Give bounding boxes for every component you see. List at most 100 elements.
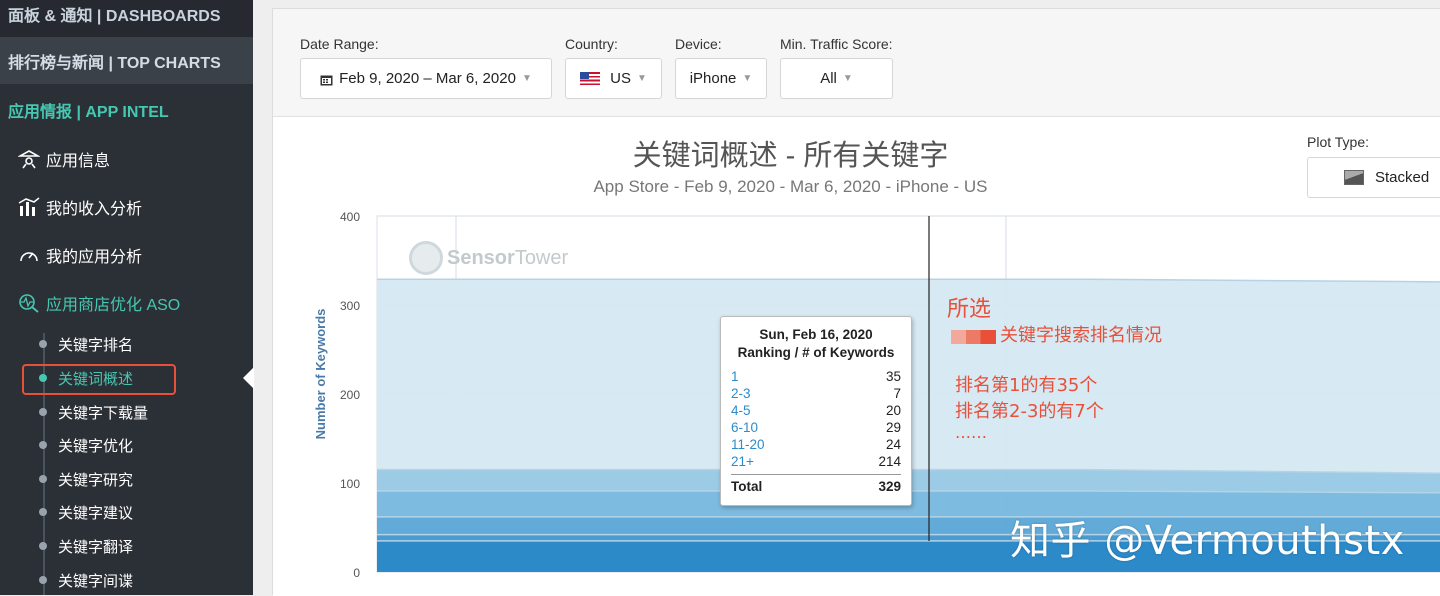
tooltip-rank: 1 bbox=[731, 369, 739, 384]
chevron-down-icon: ▼ bbox=[521, 73, 532, 84]
section-dashboards[interactable]: 面板 & 通知 | DASHBOARDS bbox=[0, 0, 253, 37]
aso-item-label: 关键字下载量 bbox=[58, 404, 149, 422]
nav-revenue-label: 我的收入分析 bbox=[46, 201, 143, 218]
aso-item-keyword-optimization[interactable]: 关键字优化 bbox=[36, 430, 133, 460]
highlight-box bbox=[22, 364, 176, 395]
device-select[interactable]: iPhone ▼ bbox=[675, 58, 767, 99]
tooltip-total-value: 329 bbox=[878, 479, 901, 494]
aso-item-keyword-research[interactable]: 关键字研究 bbox=[36, 464, 133, 494]
tooltip-rank: 6-10 bbox=[731, 420, 759, 435]
tooltip-count: 7 bbox=[893, 386, 901, 401]
annotation-line2: 排名第2-3的有7个 bbox=[955, 401, 1104, 422]
bullet-icon bbox=[39, 340, 47, 348]
tooltip-row: 21+ 214 bbox=[731, 453, 901, 470]
aso-item-keyword-suggestions[interactable]: 关键字建议 bbox=[36, 497, 133, 527]
sensortower-logo: Sensor Tower bbox=[409, 241, 568, 275]
tooltip-header: Ranking / # of Keywords bbox=[737, 345, 895, 360]
aso-item-label: 关键字排名 bbox=[58, 336, 134, 354]
tooltip-total-label: Total bbox=[731, 479, 763, 494]
nav-app-analysis[interactable]: 我的应用分析 bbox=[16, 240, 142, 270]
y-tick-label: 300 bbox=[340, 299, 360, 313]
country-label: Country: bbox=[565, 36, 618, 52]
section-top-charts-label: 排行榜与新闻 | TOP CHARTS bbox=[8, 54, 221, 72]
date-range-value: Feb 9, 2020 – Mar 6, 2020 bbox=[339, 70, 516, 87]
selection-swatch-icon bbox=[951, 330, 996, 344]
tooltip-rank: 2-3 bbox=[731, 386, 751, 401]
date-range-select[interactable]: Feb 9, 2020 – Mar 6, 2020 ▼ bbox=[300, 58, 552, 99]
aso-item-label: 关键字研究 bbox=[58, 471, 134, 489]
app-info-icon bbox=[16, 148, 42, 170]
section-dashboards-label: 面板 & 通知 | DASHBOARDS bbox=[8, 7, 221, 25]
country-select[interactable]: US ▼ bbox=[565, 58, 662, 99]
nav-app-analysis-label: 我的应用分析 bbox=[46, 249, 143, 266]
chevron-down-icon: ▼ bbox=[742, 73, 753, 84]
chart-tooltip: Sun, Feb 16, 2020 Ranking / # of Keyword… bbox=[720, 316, 912, 506]
nav-app-info[interactable]: 应用信息 bbox=[16, 144, 110, 174]
aso-item-keyword-ranking[interactable]: 关键字排名 bbox=[36, 329, 133, 359]
bullet-icon bbox=[39, 408, 47, 416]
country-value: US bbox=[610, 70, 631, 87]
main-panel: Date Range: Feb 9, 2020 – Mar 6, 2020 ▼ … bbox=[272, 8, 1440, 596]
device-value: iPhone bbox=[689, 70, 737, 87]
section-app-intel[interactable]: 应用情报 | APP INTEL bbox=[0, 86, 253, 133]
aso-search-icon bbox=[16, 292, 42, 314]
tooltip-count: 35 bbox=[885, 369, 901, 384]
tooltip-row: 11-20 24 bbox=[731, 436, 901, 453]
aso-item-keyword-downloads[interactable]: 关键字下载量 bbox=[36, 397, 148, 427]
watermark: 知乎 @Vermouthstx bbox=[1010, 518, 1405, 564]
chevron-down-icon: ▼ bbox=[842, 73, 853, 84]
us-flag-icon bbox=[580, 72, 601, 85]
y-tick-label: 0 bbox=[353, 566, 360, 580]
tooltip-count: 29 bbox=[885, 420, 901, 435]
tooltip-row: 1 35 bbox=[731, 368, 901, 385]
y-tick-label: 200 bbox=[340, 388, 360, 402]
aso-item-label: 关键字翻译 bbox=[58, 538, 134, 556]
annotation-line3: …… bbox=[955, 423, 987, 442]
chevron-down-icon: ▼ bbox=[636, 73, 647, 84]
tooltip-rank: 11-20 bbox=[731, 437, 765, 452]
section-top-charts[interactable]: 排行榜与新闻 | TOP CHARTS bbox=[0, 37, 253, 84]
aso-item-label: 关键字优化 bbox=[58, 437, 134, 455]
nav-aso-label: 应用商店优化 ASO bbox=[46, 297, 181, 314]
logo-text-tower: Tower bbox=[514, 246, 569, 269]
annotation-legend-swatch bbox=[951, 329, 996, 344]
filters-bar: Date Range: Feb 9, 2020 – Mar 6, 2020 ▼ … bbox=[273, 9, 1440, 117]
tooltip-date: Sun, Feb 16, 2020 bbox=[759, 327, 873, 342]
bullet-icon bbox=[39, 576, 47, 584]
bullet-icon bbox=[39, 475, 47, 483]
bullet-icon bbox=[39, 441, 47, 449]
tooltip-total: Total 329 bbox=[731, 474, 901, 494]
active-pointer-caret bbox=[243, 367, 254, 389]
revenue-chart-icon bbox=[16, 196, 42, 218]
nav-revenue[interactable]: 我的收入分析 bbox=[16, 192, 142, 222]
y-tick-label: 100 bbox=[340, 477, 360, 491]
gauge-icon bbox=[16, 244, 42, 266]
tooltip-row: 6-10 29 bbox=[731, 419, 901, 436]
tooltip-row: 4-5 20 bbox=[731, 402, 901, 419]
annotation-line1: 排名第1的有35个 bbox=[955, 375, 1098, 396]
sidebar: 面板 & 通知 | DASHBOARDS 排行榜与新闻 | TOP CHARTS… bbox=[0, 0, 253, 595]
tooltip-rank: 4-5 bbox=[731, 403, 751, 418]
y-axis-label: Number of Keywords bbox=[313, 309, 328, 440]
nav-app-info-label: 应用信息 bbox=[46, 153, 111, 170]
bullet-icon bbox=[39, 508, 47, 516]
calendar-icon bbox=[320, 73, 333, 85]
tooltip-count: 20 bbox=[885, 403, 901, 418]
aso-item-keyword-spy[interactable]: 关键字间谍 bbox=[36, 565, 133, 595]
traffic-score-value: All bbox=[820, 70, 837, 87]
annotation-selected: 所选 bbox=[947, 297, 992, 322]
traffic-score-label: Min. Traffic Score: bbox=[780, 36, 893, 52]
device-label: Device: bbox=[675, 36, 722, 52]
tooltip-count: 24 bbox=[885, 437, 901, 452]
nav-aso[interactable]: 应用商店优化 ASO bbox=[16, 288, 180, 318]
sensortower-logo-icon bbox=[409, 241, 443, 275]
tooltip-row: 2-3 7 bbox=[731, 385, 901, 402]
bullet-icon bbox=[39, 542, 47, 550]
date-range-label: Date Range: bbox=[300, 36, 379, 52]
logo-text-sensor: Sensor bbox=[447, 246, 515, 269]
aso-item-label: 关键字间谍 bbox=[58, 572, 134, 590]
aso-item-keyword-translation[interactable]: 关键字翻译 bbox=[36, 531, 133, 561]
tooltip-rank: 21+ bbox=[731, 454, 754, 469]
aso-item-label: 关键字建议 bbox=[58, 504, 134, 522]
traffic-score-select[interactable]: All ▼ bbox=[780, 58, 893, 99]
